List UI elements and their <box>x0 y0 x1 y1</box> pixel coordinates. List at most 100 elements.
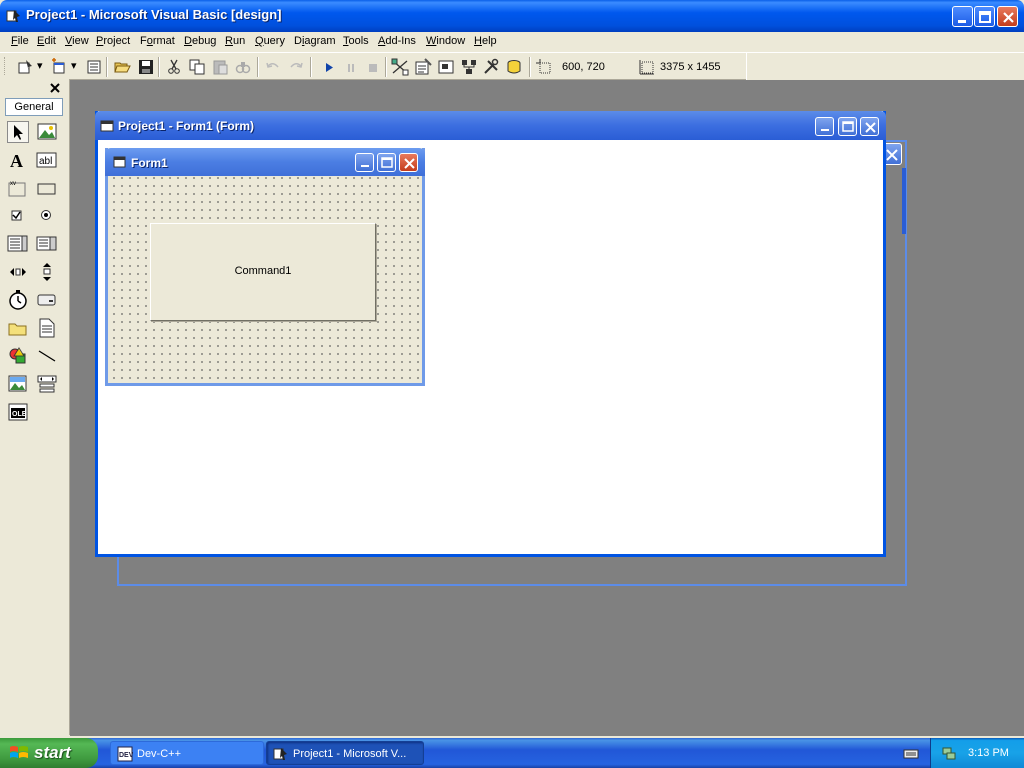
form1-maximize-button[interactable] <box>377 153 396 172</box>
menu-addins-rest: dd-Ins <box>385 35 416 47</box>
menu-editor-icon[interactable] <box>85 58 103 76</box>
filelistbox-icon[interactable] <box>36 317 58 339</box>
maximize-icon <box>842 121 854 132</box>
find-icon[interactable] <box>234 58 252 76</box>
position-readout: 600, 720 <box>562 61 605 73</box>
menu-debug[interactable]: Debug <box>184 35 216 47</box>
data-icon[interactable] <box>36 373 58 395</box>
paste-icon[interactable] <box>211 58 229 76</box>
taskbar-item-label: Project1 - Microsoft V... <box>293 748 407 760</box>
minimize-button[interactable] <box>952 6 973 27</box>
toolbar-separator <box>257 57 259 77</box>
undo-icon[interactable] <box>264 58 282 76</box>
form1-window[interactable]: Form1 Command1 <box>105 148 425 386</box>
size-icon <box>639 60 654 75</box>
toolbar-separator <box>529 57 531 77</box>
designer-title-bar[interactable]: Project1 - Form1 (Form) <box>95 111 886 140</box>
vscrollbar-icon[interactable] <box>36 261 58 283</box>
dropdown-arrow-icon[interactable]: ▾ <box>37 59 43 72</box>
add-project-icon[interactable] <box>16 58 34 76</box>
properties-window-icon[interactable] <box>414 58 432 76</box>
textbox-icon[interactable]: abl <box>36 149 58 171</box>
taskbar-item-devcpp[interactable]: DEV Dev-C++ <box>110 741 264 765</box>
windows-logo-icon <box>10 746 28 758</box>
timer-icon[interactable] <box>7 289 29 311</box>
menu-query-key: Q <box>255 35 264 47</box>
listbox-icon[interactable] <box>36 233 58 255</box>
svg-text:xv: xv <box>10 181 16 187</box>
menu-query[interactable]: Query <box>255 35 285 47</box>
menu-edit[interactable]: Edit <box>37 35 56 47</box>
ole-icon[interactable]: OLE <box>7 401 29 423</box>
menu-help[interactable]: Help <box>474 35 497 47</box>
menu-file[interactable]: File <box>11 35 29 47</box>
menu-tools[interactable]: Tools <box>343 35 369 47</box>
svg-text:DEV: DEV <box>119 752 133 759</box>
image-icon[interactable] <box>7 373 29 395</box>
form-layout-icon[interactable] <box>437 58 455 76</box>
form1-title-bar[interactable]: Form1 <box>105 148 425 176</box>
command1-button[interactable]: Command1 <box>150 223 376 321</box>
data-view-icon[interactable] <box>505 58 523 76</box>
form1-close-button[interactable] <box>399 153 418 172</box>
label-icon[interactable]: A <box>7 149 29 171</box>
toolbox-icon[interactable] <box>482 58 500 76</box>
save-project-icon[interactable] <box>137 58 155 76</box>
form1-minimize-button[interactable] <box>355 153 374 172</box>
menu-project[interactable]: Project <box>96 35 130 47</box>
copy-icon[interactable] <box>188 58 206 76</box>
minimize-icon <box>821 129 829 131</box>
designer-maximize-button[interactable] <box>838 117 857 136</box>
dirlistbox-icon[interactable] <box>7 317 29 339</box>
designer-close-button[interactable] <box>860 117 879 136</box>
open-project-icon[interactable] <box>113 58 131 76</box>
menu-window[interactable]: Window <box>426 35 465 47</box>
project-explorer-icon[interactable] <box>391 58 409 76</box>
redo-icon[interactable] <box>287 58 305 76</box>
menu-view[interactable]: View <box>65 35 89 47</box>
cut-icon[interactable] <box>165 58 183 76</box>
menu-diagram[interactable]: Diagram <box>294 35 336 47</box>
commandbutton-icon[interactable] <box>36 177 58 199</box>
network-icon[interactable] <box>941 745 957 761</box>
hscrollbar-icon[interactable] <box>7 261 29 283</box>
maximize-button[interactable] <box>974 6 995 27</box>
start-button[interactable]: start <box>0 738 98 768</box>
picturebox-icon[interactable] <box>36 121 58 143</box>
close-button[interactable] <box>997 6 1018 27</box>
keyboard-icon[interactable] <box>903 745 919 761</box>
vb-app-icon <box>273 748 287 760</box>
designer-minimize-button[interactable] <box>815 117 834 136</box>
taskbar: start DEV Dev-C++ Project1 - Microsoft V… <box>0 738 1024 768</box>
break-icon[interactable] <box>342 58 360 76</box>
object-browser-icon[interactable] <box>460 58 478 76</box>
close-icon <box>1003 12 1014 23</box>
combobox-icon[interactable] <box>7 233 29 255</box>
menu-tools-rest: ools <box>348 35 369 47</box>
clock[interactable]: 3:13 PM <box>968 747 1009 759</box>
minimize-icon <box>361 165 369 167</box>
toolbox-tab-general[interactable]: General <box>5 98 63 116</box>
start-icon[interactable] <box>320 58 338 76</box>
menu-format-rest: rmat <box>152 35 175 47</box>
menu-file-key: F <box>11 35 18 47</box>
shape-icon[interactable] <box>7 345 29 367</box>
menu-run[interactable]: Run <box>225 35 245 47</box>
add-form-icon[interactable] <box>50 58 68 76</box>
drivelistbox-icon[interactable] <box>36 289 58 311</box>
dropdown-arrow-icon[interactable]: ▾ <box>71 59 77 72</box>
menu-format[interactable]: Format <box>140 35 175 47</box>
close-icon[interactable] <box>48 81 62 95</box>
vb-app-icon[interactable] <box>6 8 22 24</box>
optionbutton-icon[interactable] <box>36 205 58 227</box>
line-icon[interactable] <box>36 345 58 367</box>
end-icon[interactable] <box>364 58 382 76</box>
frame-icon[interactable]: xv <box>7 177 29 199</box>
toolbar-grip[interactable] <box>4 57 7 75</box>
taskbar-item-vb[interactable]: Project1 - Microsoft V... <box>266 741 424 765</box>
pointer-icon[interactable] <box>7 121 29 143</box>
title-bar[interactable]: Project1 - Microsoft Visual Basic [desig… <box>0 0 1024 32</box>
menu-help-rest: elp <box>481 35 497 47</box>
checkbox-icon[interactable] <box>7 205 29 227</box>
menu-addins[interactable]: Add-Ins <box>378 35 416 47</box>
